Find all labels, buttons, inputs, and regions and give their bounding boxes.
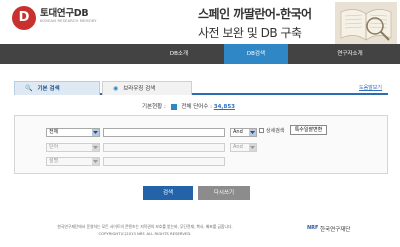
operator-select-2[interactable]: And [230, 143, 257, 152]
reset-button[interactable]: 다시쓰기 [198, 186, 250, 200]
nrf-logo-text: 한국연구재단 [320, 227, 351, 233]
field-select-3[interactable]: 설명 [46, 157, 100, 166]
nav-item-db-intro[interactable]: DB소개 [158, 44, 200, 64]
total-count[interactable]: 34,853 [214, 104, 235, 110]
app: D 토대연구DB KOREAN RESEARCH MEMORY 스페인 까딸란어… [0, 0, 400, 247]
status-row: 기본현황 : 전체 단어수 : 34,853 [142, 102, 235, 110]
bullet-icon [170, 103, 177, 110]
tab-browse-label: 브라우징 검색 [123, 86, 156, 92]
hero-title: 스페인 까딸란어-한국어 [198, 7, 312, 21]
logo-title[interactable]: 토대연구DB [40, 5, 89, 19]
footer-notice: 한국연구재단에서 운영하는 모든 사이트의 콘텐츠는 저작권의 보호를 받는바,… [57, 224, 233, 229]
total-label: 전체 단어수 : [181, 104, 212, 110]
search-button[interactable]: 검색 [143, 186, 193, 200]
tab-basic-label: 기본 검색 [37, 86, 60, 92]
header: D 토대연구DB KOREAN RESEARCH MEMORY 스페인 까딸란어… [0, 0, 400, 44]
chevron-down-icon [93, 131, 98, 134]
chevron-down-icon [250, 146, 255, 149]
keyword-input-2[interactable] [103, 143, 225, 152]
tab-basic-search[interactable]: 🔍 기본 검색 [14, 81, 100, 95]
field-select-3-value: 설명 [49, 158, 59, 164]
detail-search-checkbox[interactable] [259, 128, 264, 133]
search-tabs: 🔍 기본 검색 ◉ 브라우징 검색 [14, 81, 388, 95]
hero-subtitle: 사전 보완 및 DB 구축 [198, 26, 302, 40]
field-select-1-value: 전체 [49, 129, 59, 135]
keyword-input-1[interactable] [103, 128, 225, 137]
search-icon: 🔍 [25, 85, 33, 92]
open-book-icon [335, 2, 397, 44]
nrf-logo-mark: NRF [307, 225, 319, 231]
chevron-down-icon [250, 131, 255, 134]
nav-item-researchers[interactable]: 연구자소개 [300, 44, 400, 64]
tab-browse-search[interactable]: ◉ 브라우징 검색 [102, 81, 192, 95]
help-link[interactable]: 도움말보기 [359, 84, 382, 91]
field-select-2-value: 단어 [49, 144, 59, 150]
status-label: 기본현황 : [142, 104, 166, 110]
operator-select-1[interactable]: And [230, 128, 257, 137]
operator-select-2-value: And [233, 144, 243, 150]
footer-copyright: COPYRIGHT(C)2013 NRF. ALL RIGHTS RESERVE… [98, 231, 192, 236]
chevron-down-icon [93, 160, 98, 163]
field-select-1[interactable]: 전체 [46, 128, 100, 137]
chevron-down-icon [93, 146, 98, 149]
logo-icon[interactable]: D [12, 6, 36, 30]
special-chars-button[interactable]: 특수일괄변환 [290, 125, 327, 135]
main-nav: DB소개 DB검색 연구자소개 [0, 44, 400, 64]
detail-search-label: 상세검색 [266, 128, 285, 134]
browse-icon: ◉ [113, 85, 119, 92]
nav-item-db-search[interactable]: DB검색 [224, 44, 288, 64]
logo-subtitle: KOREAN RESEARCH MEMORY [40, 19, 97, 23]
keyword-input-3[interactable] [103, 157, 225, 166]
operator-select-1-value: And [233, 129, 243, 135]
field-select-2[interactable]: 단어 [46, 143, 100, 152]
